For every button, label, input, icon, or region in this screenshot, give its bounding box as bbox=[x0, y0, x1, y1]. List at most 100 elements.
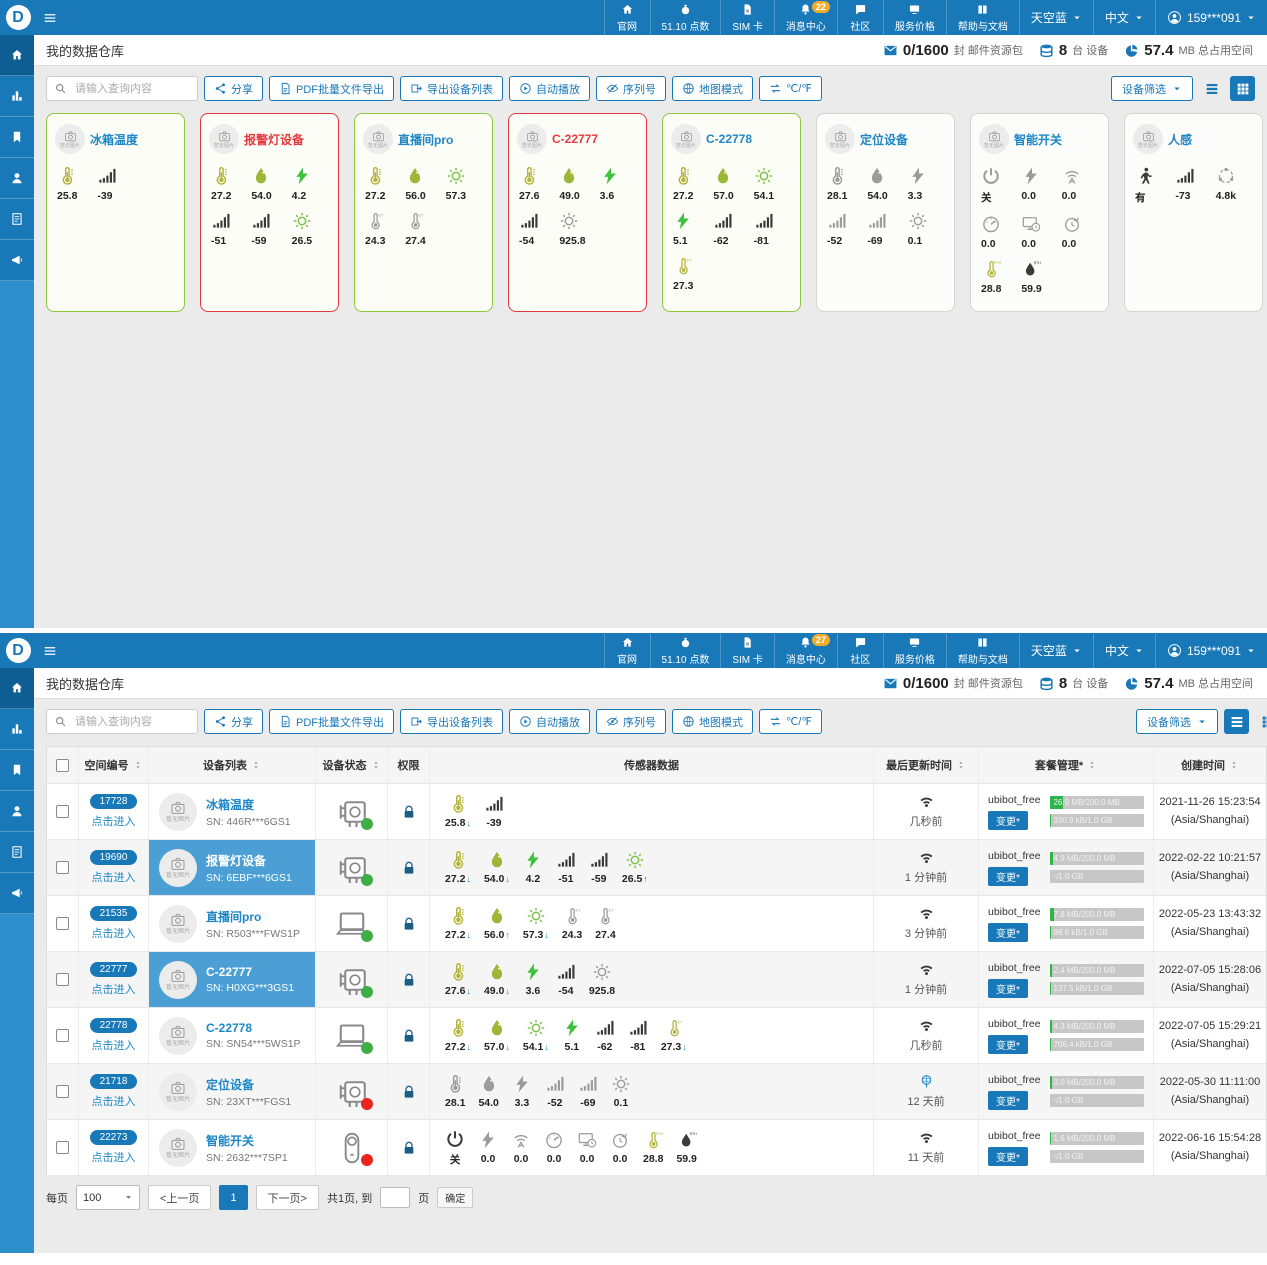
nav-help-docs[interactable]: 帮助与文档 bbox=[946, 0, 1019, 35]
space-id-badge[interactable]: 22273 bbox=[90, 1130, 138, 1145]
device-name[interactable]: 报警灯设备 bbox=[244, 131, 304, 148]
lock-icon[interactable] bbox=[401, 1028, 417, 1044]
search-input[interactable] bbox=[73, 82, 190, 96]
sort-icon[interactable] bbox=[1087, 760, 1097, 770]
sidebar-item-announcements[interactable] bbox=[0, 873, 34, 914]
row-checkbox[interactable] bbox=[56, 1141, 69, 1154]
nav-sim-card[interactable]: SIM 卡 bbox=[720, 0, 774, 35]
space-id-badge[interactable]: 19690 bbox=[90, 850, 138, 865]
lock-icon[interactable] bbox=[401, 1084, 417, 1100]
menu-toggle-button[interactable] bbox=[36, 633, 64, 668]
device-card[interactable]: 暂无图片报警灯设备27.254.04.2-51-5926.5 bbox=[200, 113, 339, 312]
autoplay-button[interactable]: 自动播放 bbox=[509, 76, 590, 101]
column-header[interactable]: 空间编号 bbox=[79, 747, 149, 783]
change-plan-button[interactable]: 变更* bbox=[988, 1035, 1028, 1054]
language-select[interactable]: 中文 bbox=[1093, 633, 1155, 668]
app-logo[interactable]: D bbox=[0, 633, 36, 668]
nav-pricing[interactable]: 服务价格 bbox=[883, 0, 946, 35]
sidebar-item-device-list[interactable] bbox=[0, 832, 34, 873]
app-logo[interactable]: D bbox=[0, 0, 36, 35]
change-plan-button[interactable]: 变更* bbox=[988, 1147, 1028, 1166]
sort-icon[interactable] bbox=[251, 760, 261, 770]
column-header[interactable]: 设备列表 bbox=[149, 747, 316, 783]
next-page-button[interactable]: 下一页> bbox=[256, 1185, 319, 1210]
device-name[interactable]: 直播间pro bbox=[398, 131, 453, 148]
grid-view-button[interactable] bbox=[1230, 76, 1255, 101]
search-input[interactable] bbox=[73, 715, 190, 729]
space-id-badge[interactable]: 21535 bbox=[90, 906, 138, 921]
menu-toggle-button[interactable] bbox=[36, 0, 64, 35]
sort-icon[interactable] bbox=[956, 760, 966, 770]
device-name[interactable]: C-22777 bbox=[552, 132, 598, 146]
lock-icon[interactable] bbox=[401, 804, 417, 820]
space-id-badge[interactable]: 22778 bbox=[90, 1018, 138, 1033]
enter-space-link[interactable]: 点击进入 bbox=[92, 869, 136, 885]
row-checkbox[interactable] bbox=[56, 861, 69, 874]
sidebar-item-announcements[interactable] bbox=[0, 240, 34, 281]
sidebar-item-users[interactable] bbox=[0, 158, 34, 199]
enter-space-link[interactable]: 点击进入 bbox=[92, 1093, 136, 1109]
device-name-link[interactable]: 报警灯设备 bbox=[206, 852, 266, 869]
column-header[interactable]: 设备状态 bbox=[316, 747, 388, 783]
device-card[interactable]: 暂无图片冰箱温度25.8-39 bbox=[46, 113, 185, 312]
nav-community[interactable]: 社区 bbox=[837, 633, 883, 668]
row-checkbox[interactable] bbox=[56, 917, 69, 930]
space-id-badge[interactable]: 22777 bbox=[90, 962, 138, 977]
nav-community[interactable]: 社区 bbox=[837, 0, 883, 35]
device-name-link[interactable]: C-22777 bbox=[206, 965, 252, 979]
device-name[interactable]: 冰箱温度 bbox=[90, 131, 138, 148]
change-plan-button[interactable]: 变更* bbox=[988, 811, 1028, 830]
user-menu[interactable]: 159***091 bbox=[1155, 633, 1267, 668]
row-checkbox[interactable] bbox=[56, 973, 69, 986]
nav-message-center[interactable]: 22消息中心 bbox=[774, 0, 837, 35]
sidebar-item-home[interactable] bbox=[0, 35, 34, 76]
sort-icon[interactable] bbox=[1229, 760, 1239, 770]
sort-icon[interactable] bbox=[133, 760, 143, 770]
sidebar-item-charts[interactable] bbox=[0, 76, 34, 117]
change-plan-button[interactable]: 变更* bbox=[988, 979, 1028, 998]
language-select[interactable]: 中文 bbox=[1093, 0, 1155, 35]
device-name-link[interactable]: C-22778 bbox=[206, 1021, 252, 1035]
device-card[interactable]: 暂无图片C-2277727.649.03.6-54925.8 bbox=[508, 113, 647, 312]
device-filter-dropdown[interactable]: 设备筛选 bbox=[1136, 709, 1218, 734]
autoplay-button[interactable]: 自动播放 bbox=[509, 709, 590, 734]
grid-view-button[interactable] bbox=[1255, 709, 1267, 734]
column-header[interactable]: 最后更新时间 bbox=[874, 747, 979, 783]
sidebar-item-device-list[interactable] bbox=[0, 199, 34, 240]
prev-page-button[interactable]: <上一页 bbox=[148, 1185, 211, 1210]
serial-number-button[interactable]: 序列号 bbox=[596, 709, 666, 734]
map-mode-button[interactable]: 地图模式 bbox=[672, 76, 753, 101]
enter-space-link[interactable]: 点击进入 bbox=[92, 1037, 136, 1053]
lock-icon[interactable] bbox=[401, 972, 417, 988]
row-checkbox[interactable] bbox=[56, 1029, 69, 1042]
user-menu[interactable]: 159***091 bbox=[1155, 0, 1267, 35]
nav-official-site[interactable]: 官网 bbox=[604, 633, 650, 668]
list-view-button[interactable] bbox=[1224, 709, 1249, 734]
pdf-batch-export-button[interactable]: PDF批量文件导出 bbox=[269, 709, 394, 734]
device-name-link[interactable]: 直播间pro bbox=[206, 908, 261, 925]
map-mode-button[interactable]: 地图模式 bbox=[672, 709, 753, 734]
current-page-button[interactable]: 1 bbox=[219, 1185, 247, 1210]
goto-confirm-button[interactable]: 确定 bbox=[437, 1187, 473, 1208]
theme-select[interactable]: 天空蓝 bbox=[1019, 0, 1093, 35]
device-card[interactable]: 暂无图片C-2277827.257.054.15.1-62-81ET27.3 bbox=[662, 113, 801, 312]
per-page-select[interactable]: 100 bbox=[76, 1185, 140, 1210]
lock-icon[interactable] bbox=[401, 916, 417, 932]
sidebar-item-bookmarks[interactable] bbox=[0, 117, 34, 158]
nav-points[interactable]: 51.10 点数 bbox=[650, 633, 721, 668]
row-checkbox[interactable] bbox=[56, 805, 69, 818]
column-header[interactable]: 创建时间 bbox=[1154, 747, 1266, 783]
list-view-button[interactable] bbox=[1199, 76, 1224, 101]
unit-toggle-button[interactable]: ℃/℉ bbox=[759, 709, 822, 734]
goto-page-input[interactable] bbox=[380, 1187, 410, 1208]
change-plan-button[interactable]: 变更* bbox=[988, 923, 1028, 942]
sort-icon[interactable] bbox=[371, 760, 381, 770]
column-header[interactable]: 套餐管理* bbox=[979, 747, 1154, 783]
nav-points[interactable]: 51.10 点数 bbox=[650, 0, 721, 35]
device-name[interactable]: 人感 bbox=[1168, 131, 1192, 148]
enter-space-link[interactable]: 点击进入 bbox=[92, 1149, 136, 1165]
device-name-link[interactable]: 定位设备 bbox=[206, 1076, 254, 1093]
serial-number-button[interactable]: 序列号 bbox=[596, 76, 666, 101]
device-card[interactable]: 暂无图片直播间pro27.256.057.3ET24.3ET27.4 bbox=[354, 113, 493, 312]
change-plan-button[interactable]: 变更* bbox=[988, 1091, 1028, 1110]
